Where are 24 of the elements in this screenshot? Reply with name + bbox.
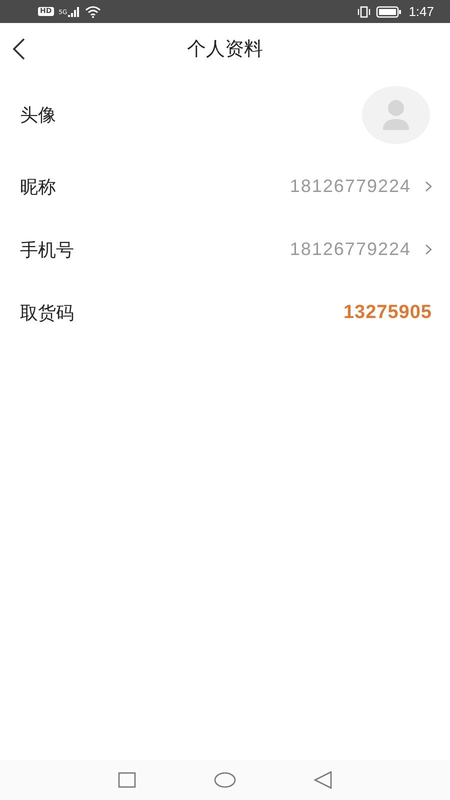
back-icon[interactable] <box>12 38 26 60</box>
row-label: 取货码 <box>20 302 74 324</box>
avatar-icon <box>362 86 430 144</box>
profile-row[interactable]: 昵称 18126779224 <box>0 155 450 218</box>
recents-icon[interactable] <box>118 772 136 788</box>
row-label: 昵称 <box>20 176 56 198</box>
pickup-code: 13275905 <box>343 302 432 324</box>
profile-row[interactable]: 头像 <box>0 75 450 155</box>
battery-icon <box>376 6 402 18</box>
signal-icon <box>68 6 80 16</box>
home-icon[interactable] <box>214 772 236 788</box>
row-value: 18126779224 <box>290 176 411 197</box>
back-nav-icon[interactable] <box>314 771 332 789</box>
vibrate-icon <box>356 6 371 18</box>
chevron-icon <box>425 244 432 255</box>
chevron-icon <box>425 181 432 192</box>
profile-row[interactable]: 手机号 18126779224 <box>0 218 450 281</box>
row-label: 头像 <box>20 104 56 127</box>
wifi-icon <box>85 6 102 18</box>
profile-row[interactable]: 取货码 13275905 <box>0 281 450 344</box>
row-value: 18126779224 <box>290 239 411 260</box>
status-time: 1:47 <box>408 4 434 19</box>
row-label: 手机号 <box>20 238 74 262</box>
page-title: 个人资料 <box>187 37 263 62</box>
